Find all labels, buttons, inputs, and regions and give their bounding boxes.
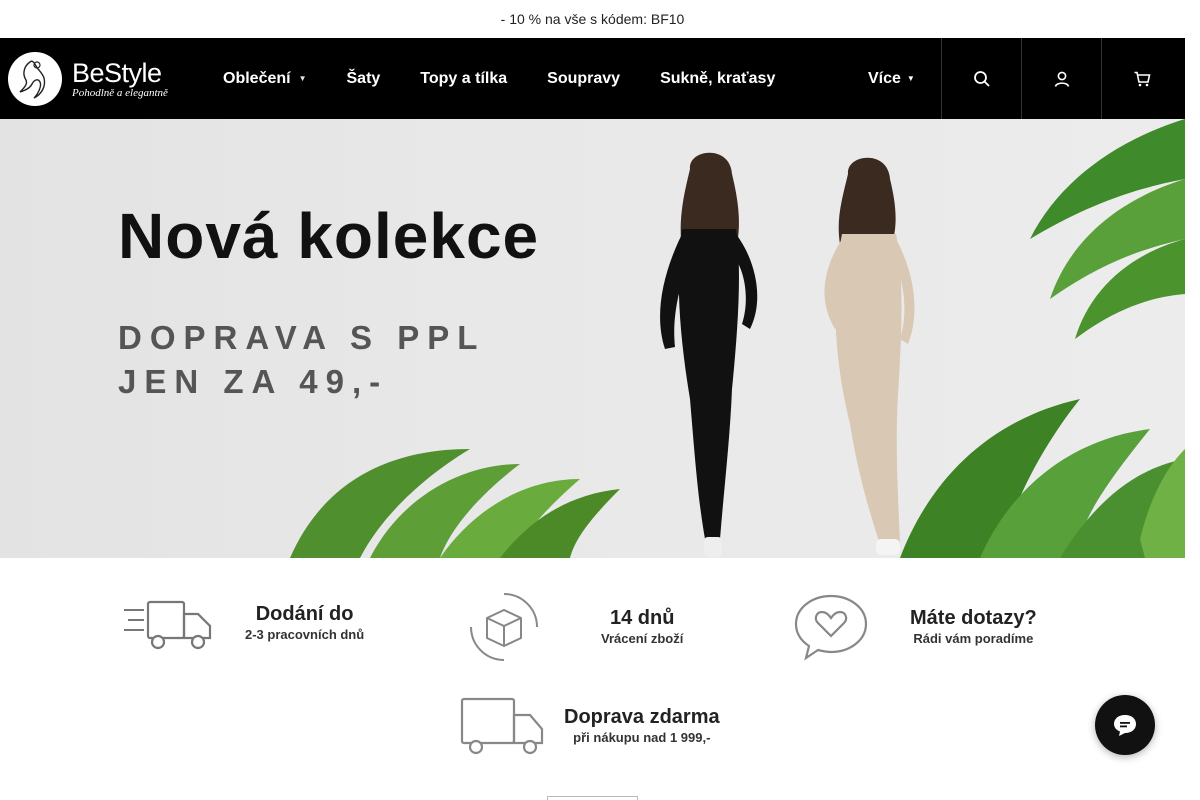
search-button[interactable] <box>941 38 1021 119</box>
model-black-dress-image <box>660 152 758 557</box>
nav-item-label: Topy a tílka <box>420 69 508 87</box>
nav-more-button[interactable]: Více ▼ <box>868 38 915 119</box>
nav-item-soupravy[interactable]: Soupravy <box>547 70 620 88</box>
delivery-truck-icon <box>124 600 212 650</box>
nav-item-topy[interactable]: Topy a tílka <box>420 70 507 88</box>
feature-subtitle: 2-3 pracovních dnů <box>245 627 365 642</box>
hero-line-1: DOPRAVA S PPL <box>118 319 486 356</box>
feature-delivery: Dodání do 2-3 pracovních dnů <box>120 592 364 654</box>
main-nav: Oblečení ▼ Šaty Topy a tílka Soupravy Su… <box>223 38 815 119</box>
chat-bubble-icon <box>1114 715 1136 736</box>
free-shipping-truck-icon <box>460 697 544 755</box>
heart-chat-icon <box>794 594 868 661</box>
feature-returns: 14 dnů Vrácení zboží <box>465 590 683 664</box>
announcement-bar: - 10 % na vše s kódem: BF10 <box>0 0 1185 38</box>
nav-more-label: Více <box>868 69 901 87</box>
chevron-down-icon: ▼ <box>906 74 915 83</box>
account-button[interactable] <box>1021 38 1101 119</box>
chevron-down-icon: ▼ <box>298 74 307 83</box>
chat-button[interactable] <box>1095 695 1155 755</box>
search-icon <box>973 70 990 87</box>
return-box-icon <box>470 593 538 661</box>
feature-title: Máte dotazy? <box>910 607 1037 629</box>
nav-item-label: Oblečení <box>223 69 291 87</box>
announcement-text: - 10 % na vše s kódem: BF10 <box>500 11 685 27</box>
feature-free-shipping: Doprava zdarma při nákupu nad 1 999,- <box>458 695 720 757</box>
hero-banner[interactable]: Nová kolekce DOPRAVA S PPL JEN ZA 49,- <box>0 119 1185 558</box>
feature-title: Doprava zdarma <box>564 706 720 728</box>
cart-icon <box>1134 71 1150 86</box>
nav-item-label: Sukně, kraťasy <box>660 69 776 87</box>
user-icon <box>1054 71 1069 87</box>
logo[interactable]: BeStyle Pohodlně a elegantně <box>0 38 200 119</box>
partial-element <box>547 796 638 800</box>
model-beige-dress-image <box>824 157 915 555</box>
feature-subtitle: při nákupu nad 1 999,- <box>573 730 711 745</box>
feature-subtitle: Rádi vám poradíme <box>913 631 1034 646</box>
feature-questions[interactable]: Máte dotazy? Rádi vám poradíme <box>792 592 1037 662</box>
cart-button[interactable] <box>1101 38 1181 119</box>
hero-line-2: JEN ZA 49,- <box>118 363 389 400</box>
nav-item-saty[interactable]: Šaty <box>347 70 381 88</box>
site-header: BeStyle Pohodlně a elegantně Oblečení ▼ … <box>0 38 1185 119</box>
logo-mark-icon <box>8 51 62 106</box>
page: - 10 % na vše s kódem: BF10 BeStyle Poho… <box>0 0 1200 800</box>
nav-item-sukne[interactable]: Sukně, kraťasy <box>660 70 775 88</box>
nav-item-obleceni[interactable]: Oblečení ▼ <box>223 70 307 88</box>
logo-tagline: Pohodlně a elegantně <box>72 86 168 99</box>
logo-name: BeStyle <box>72 57 162 88</box>
feature-title: 14 dnů <box>609 607 675 629</box>
feature-title: Dodání do <box>255 603 354 625</box>
nav-item-label: Soupravy <box>547 69 621 87</box>
feature-subtitle: Vrácení zboží <box>601 631 684 646</box>
nav-item-label: Šaty <box>346 69 381 87</box>
hero-title: Nová kolekce <box>118 200 540 272</box>
